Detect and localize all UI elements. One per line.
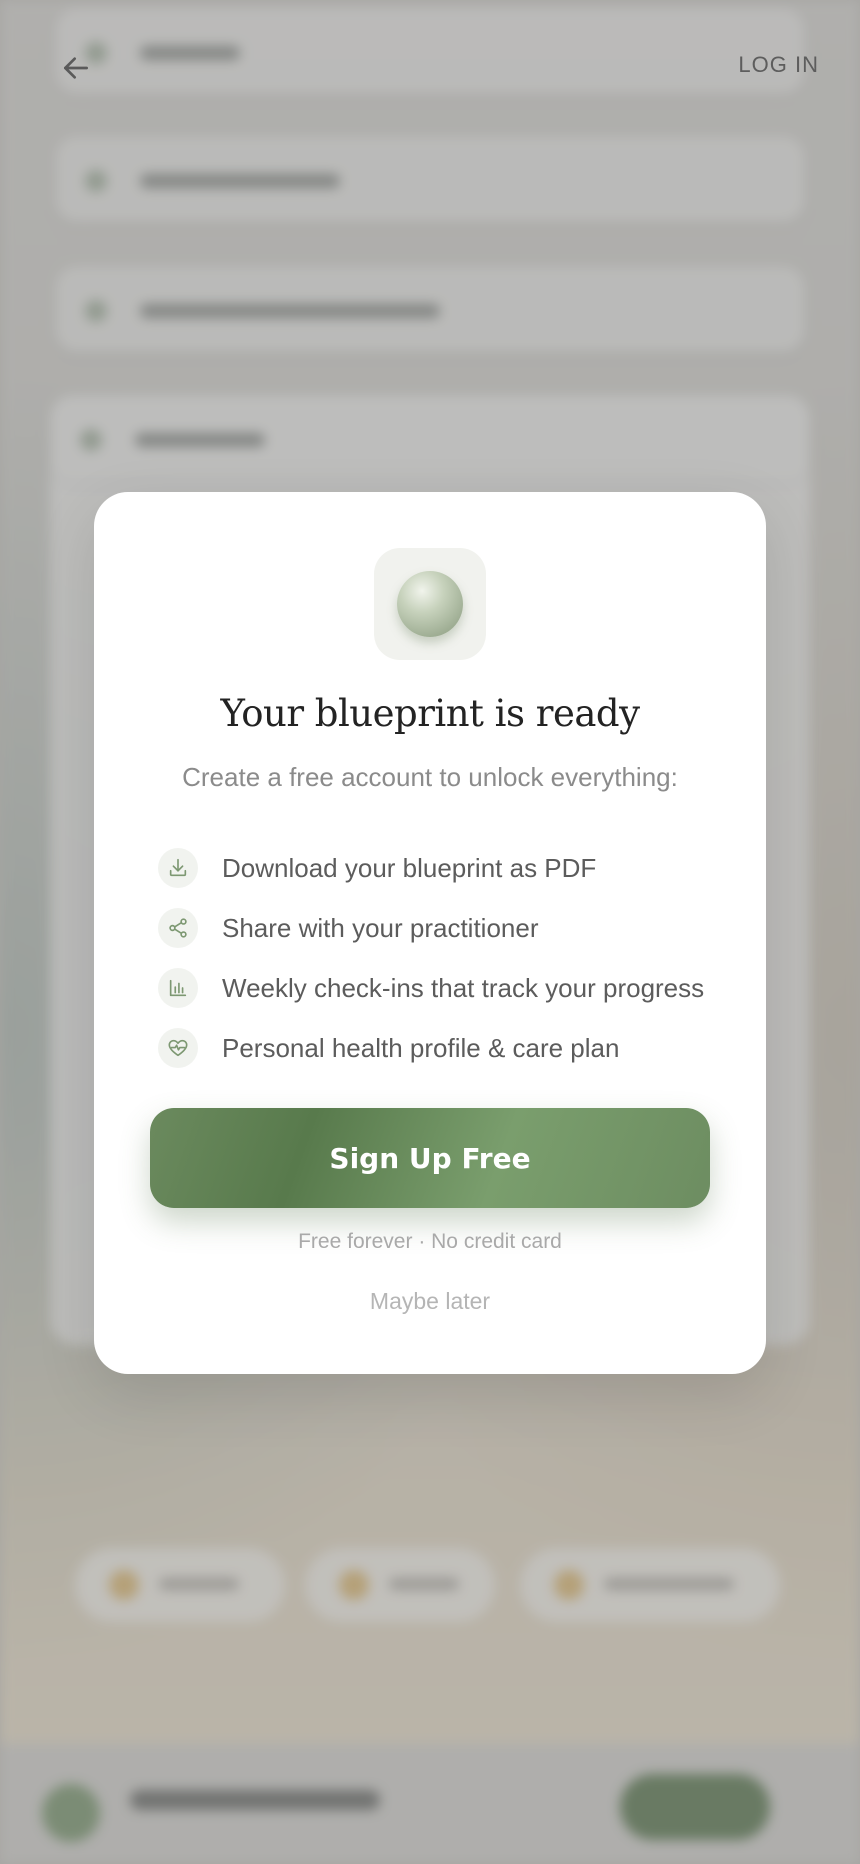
maybe-later-link[interactable]: Maybe later: [94, 1288, 766, 1315]
heart-pulse-icon: [158, 1028, 198, 1068]
feature-label: Download your blueprint as PDF: [222, 852, 597, 883]
signup-modal: Your blueprint is ready Create a free ac…: [94, 492, 766, 1374]
arrow-left-icon: [63, 57, 88, 79]
modal-title: Your blueprint is ready: [220, 692, 641, 735]
bar-chart-icon: [158, 968, 198, 1008]
sign-up-button[interactable]: Sign Up Free: [150, 1108, 710, 1208]
feature-label: Weekly check-ins that track your progres…: [222, 972, 705, 1003]
back-button[interactable]: [56, 48, 96, 88]
list-item: Weekly check-ins that track your progres…: [158, 958, 738, 1018]
list-item: Download your blueprint as PDF: [158, 838, 738, 898]
login-link[interactable]: LOG IN: [738, 52, 819, 78]
feature-list: Download your blueprint as PDF Share wit…: [158, 838, 738, 1078]
feature-label: Personal health profile & care plan: [222, 1032, 620, 1063]
download-icon: [158, 848, 198, 888]
list-item: Personal health profile & care plan: [158, 1018, 738, 1078]
orb-logo-icon: [397, 571, 463, 637]
list-item: Share with your practitioner: [158, 898, 738, 958]
share-icon: [158, 908, 198, 948]
modal-subtitle: Create a free account to unlock everythi…: [182, 762, 678, 792]
fine-print: Free forever · No credit card: [298, 1230, 562, 1253]
feature-label: Share with your practitioner: [222, 912, 539, 943]
app-logo: [374, 548, 486, 660]
